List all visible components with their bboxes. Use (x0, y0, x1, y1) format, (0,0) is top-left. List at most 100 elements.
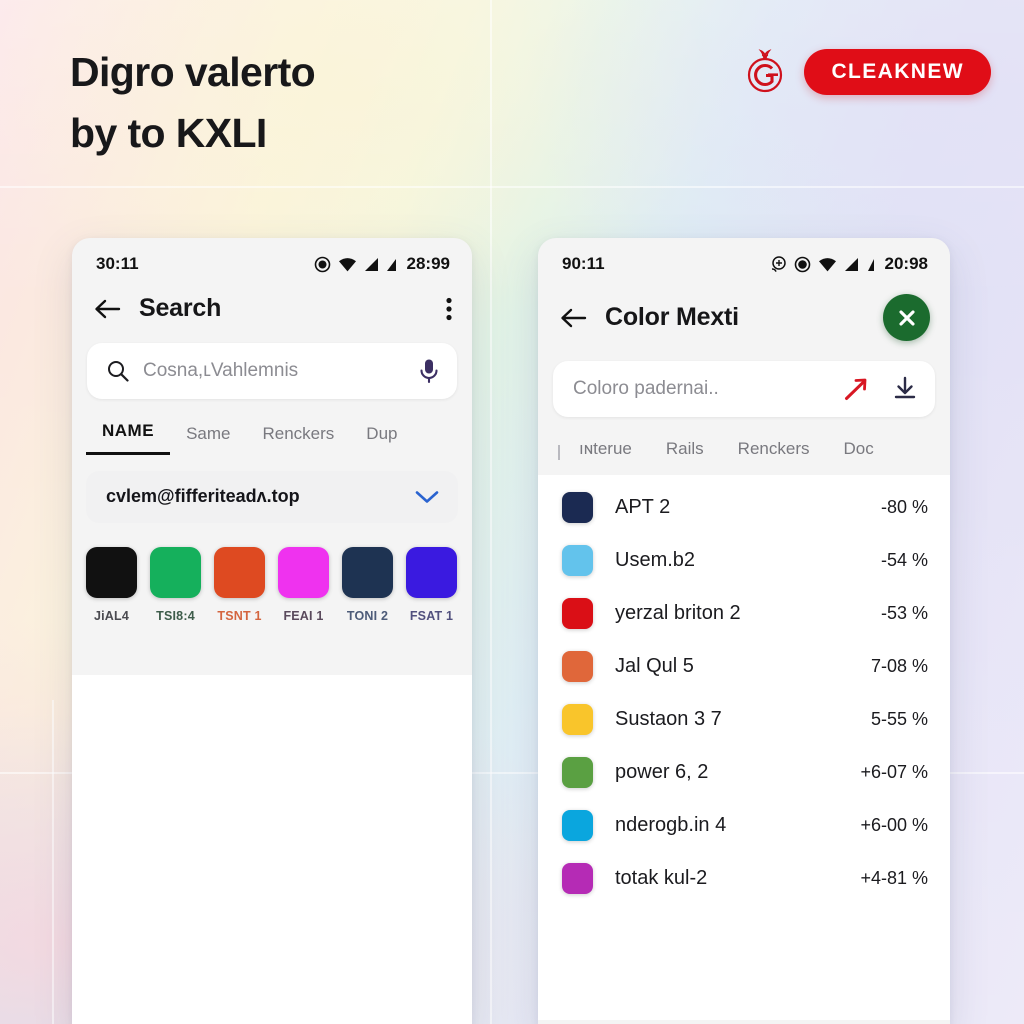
tab-doc[interactable]: Doc (826, 439, 890, 473)
row-color-swatch (562, 863, 593, 894)
swatch-box[interactable] (150, 547, 201, 598)
pomegranate-g-logo-icon (748, 49, 783, 93)
back-arrow-icon[interactable] (94, 298, 121, 320)
row-name: totak kul-2 (615, 867, 708, 889)
swatch-label: FEAI 1 (283, 609, 324, 623)
list-item[interactable]: APT 2 -80 % (538, 481, 950, 534)
back-arrow-icon[interactable] (560, 307, 587, 329)
status-time-left: 90:11 (562, 254, 605, 273)
alarm-icon (314, 256, 330, 272)
tab-rails[interactable]: Rails (649, 439, 721, 473)
microphone-icon[interactable] (419, 358, 439, 384)
page-title: Digro valerto by to KXLI (70, 42, 316, 163)
swatch-cell[interactable]: FSAT 1 (406, 547, 457, 623)
swatch-label: TONI 2 (346, 609, 389, 623)
row-color-swatch (562, 757, 593, 788)
close-button[interactable] (883, 294, 930, 341)
close-x-icon (898, 309, 915, 326)
list-item[interactable]: yerzal briton 2 -53 % (538, 587, 950, 640)
row-color-swatch (562, 704, 593, 735)
hero-line-2: by to KXLI (70, 109, 267, 156)
overflow-menu-icon[interactable] (446, 297, 452, 321)
swatch-box[interactable] (214, 547, 265, 598)
trend-up-arrow-icon[interactable] (843, 376, 869, 402)
phone-mockup-left: 30:11 28:99 Search Cosna,ʟVahlemnis NAME… (72, 238, 472, 1024)
tab-interue[interactable]: ıɴterue (562, 439, 649, 473)
row-name: APT 2 (615, 496, 671, 518)
color-search-input[interactable]: Coloro padernai.. (553, 361, 935, 417)
tab-same[interactable]: Same (170, 424, 246, 455)
status-time-right: 28:99 (406, 254, 450, 273)
tab-divider (558, 445, 560, 460)
color-search-placeholder: Coloro padernai.. (573, 378, 719, 399)
swatch-cell[interactable]: TSNT 1 (214, 547, 265, 623)
cleaknew-badge[interactable]: CLEAKNEW (804, 49, 991, 95)
wifi-icon (818, 257, 836, 271)
row-value: +6-07 % (860, 762, 928, 782)
list-item[interactable]: totak kul-2 +4-81 % (538, 852, 950, 905)
decor-line-vertical-left (52, 700, 54, 1024)
tab-renckers[interactable]: Renckers (246, 424, 350, 455)
row-color-swatch (562, 598, 593, 629)
swatch-label: FSAT 1 (409, 609, 454, 623)
row-name: Usem.b2 (615, 549, 696, 571)
decor-line-vertical (490, 0, 492, 1024)
cast-icon (771, 256, 786, 272)
swatch-cell[interactable]: TSI8:4 (150, 547, 201, 623)
signal-two-icon (386, 258, 396, 271)
list-item[interactable]: nderogb.in 4 +6-00 % (538, 799, 950, 852)
tab-renckers[interactable]: Renckers (721, 439, 827, 473)
swatch-cell[interactable]: JiAL4 (86, 547, 137, 623)
left-content-surface (72, 675, 472, 1024)
decor-line-horizontal (0, 186, 1024, 188)
swatch-label: TSI8:4 (156, 609, 195, 623)
swatch-box[interactable] (278, 547, 329, 598)
swatch-box[interactable] (406, 547, 457, 598)
signal-two-icon (867, 258, 874, 271)
app-bar-title: Color Mexti (605, 303, 739, 331)
row-color-swatch (562, 545, 593, 576)
alarm-icon (794, 256, 810, 272)
download-icon[interactable] (893, 376, 917, 402)
color-list: APT 2 -80 % Usem.b2 -54 % yerzal briton … (538, 475, 950, 1020)
status-time-right: 20:98 (884, 254, 928, 273)
list-item[interactable]: Sustaon 3 7 5-55 % (538, 693, 950, 746)
signal-icon (844, 257, 858, 271)
promo-canvas: Digro valerto by to KXLI CLEAKNEW 30:11 (0, 0, 1024, 1024)
row-name: nderogb.in 4 (615, 814, 727, 836)
list-item[interactable]: Usem.b2 -54 % (538, 534, 950, 587)
swatch-cell[interactable]: FEAI 1 (278, 547, 329, 623)
row-value: -53 % (880, 603, 928, 623)
row-name: Sustaon 3 7 (615, 708, 722, 730)
wifi-icon (338, 257, 356, 271)
tab-bar-left: NAME Same Renckers Dup (72, 399, 472, 455)
row-value: +4-81 % (860, 868, 928, 888)
row-name: yerzal briton 2 (615, 602, 741, 624)
row-value: -80 % (880, 497, 928, 517)
search-input[interactable]: Cosna,ʟVahlemnis (87, 343, 457, 399)
domain-dropdown-value: cvlem@fifferiteadʌ.top (106, 486, 300, 506)
row-color-swatch (562, 492, 593, 523)
chevron-down-icon[interactable] (414, 489, 440, 505)
row-value: 7-08 % (870, 656, 928, 676)
list-item[interactable]: power 6, 2 +6-07 % (538, 746, 950, 799)
swatch-cell[interactable]: TONI 2 (342, 547, 393, 623)
search-placeholder: Cosna,ʟVahlemnis (143, 360, 299, 381)
list-item[interactable]: Jal Qul 5 7-08 % (538, 640, 950, 693)
status-bar-left: 30:11 28:99 (72, 238, 472, 284)
domain-dropdown[interactable]: cvlem@fifferiteadʌ.top (86, 471, 458, 523)
tab-name[interactable]: NAME (86, 421, 171, 455)
color-swatch-strip: JiAL4 TSI8:4 TSNT 1 FEAI 1 TONI 2 FSAT 1 (72, 523, 472, 623)
swatch-box[interactable] (86, 547, 137, 598)
status-bar-right: 90:11 20:98 (538, 238, 950, 284)
tab-dup[interactable]: Dup (350, 424, 413, 455)
swatch-label: JiAL4 (93, 609, 130, 623)
phone-mockup-right: 90:11 20:98 Color Mexti Coloro padernai.… (538, 238, 950, 1024)
app-bar-left: Search (72, 284, 472, 337)
brand-area: CLEAKNEW (741, 48, 991, 96)
signal-icon (364, 257, 378, 271)
search-icon (108, 361, 129, 382)
tab-bar-right: ıɴterue Rails Renckers Doc (538, 417, 950, 473)
row-value: 5-55 % (870, 709, 928, 729)
swatch-box[interactable] (342, 547, 393, 598)
